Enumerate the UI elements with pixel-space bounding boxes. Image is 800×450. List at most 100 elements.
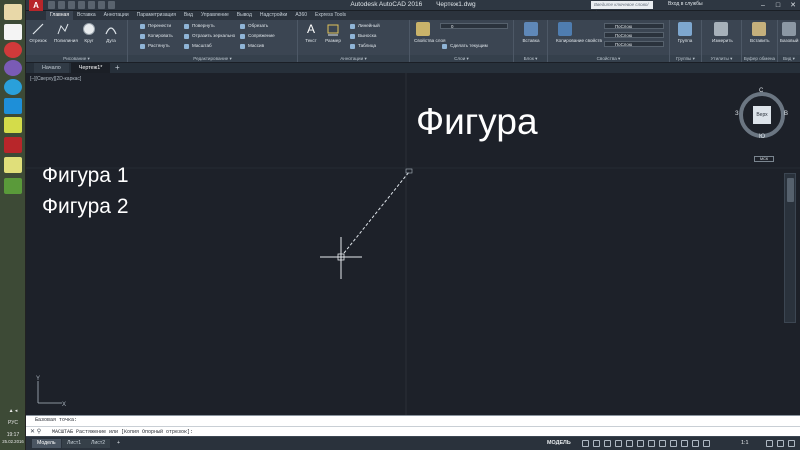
navigation-bar[interactable] (784, 173, 796, 323)
tab-addins[interactable]: Надстройки (256, 11, 291, 20)
app2-icon[interactable] (4, 178, 22, 194)
color-dropdown[interactable]: ПоСлою (604, 23, 664, 29)
isolate-objects-icon[interactable] (766, 440, 773, 447)
ortho-toggle-icon[interactable] (604, 440, 611, 447)
tab-drawing1[interactable]: Чертеж1* (70, 63, 111, 73)
tab-parametric[interactable]: Параметризация (133, 11, 180, 20)
tab-start[interactable]: Начало (34, 63, 69, 73)
tab-a360[interactable]: A360 (291, 11, 311, 20)
start-icon[interactable] (4, 4, 22, 20)
view-panel-title[interactable]: Вид ▾ (778, 55, 800, 62)
signin-button[interactable]: Вход в службы (668, 1, 703, 7)
grid-toggle-icon[interactable] (582, 440, 589, 447)
osnap-toggle-icon[interactable] (626, 440, 633, 447)
lineweight-toggle-icon[interactable] (648, 440, 655, 447)
rotate-button[interactable]: Повернуть (184, 22, 215, 30)
leader-button[interactable]: Выноска (350, 32, 376, 40)
text-button[interactable]: A Текст (302, 22, 320, 43)
layout-tab-model[interactable]: Модель (32, 439, 61, 448)
annotation-scale[interactable]: 1:1 (741, 440, 749, 446)
maximize-button[interactable]: □ (771, 0, 785, 11)
paste-button[interactable]: Вставить (750, 22, 769, 43)
paint-icon[interactable] (4, 117, 22, 133)
base-view-button[interactable]: Базовый (780, 22, 798, 43)
line-button[interactable]: Отрезок (29, 22, 47, 43)
tab-insert[interactable]: Вставка (73, 11, 100, 20)
command-line-controls[interactable]: ✕ ⚲ (30, 428, 41, 435)
mirror-button[interactable]: Отразить зеркально (184, 32, 235, 40)
viewcube-top-face[interactable]: Верх (753, 106, 771, 124)
tab-annotate[interactable]: Аннотации (100, 11, 133, 20)
arc-button[interactable]: Дуга (102, 22, 120, 43)
make-current-button[interactable]: Сделать текущим (442, 42, 488, 50)
modify-panel-title[interactable]: Редактирование ▾ (128, 55, 297, 62)
tab-view[interactable]: Вид (180, 11, 197, 20)
text-figura[interactable]: Фигура (416, 101, 538, 143)
group-button[interactable]: Группа (676, 22, 694, 43)
polar-toggle-icon[interactable] (615, 440, 622, 447)
trim-button[interactable]: Обрезать (240, 22, 268, 30)
navigation-bar-thumb[interactable] (787, 178, 794, 202)
draw-panel-title[interactable]: Рисование ▾ (26, 55, 127, 62)
block-panel-title[interactable]: Блок ▾ (514, 55, 547, 62)
scale-button[interactable]: Масштаб (184, 42, 212, 50)
notes-icon[interactable] (4, 157, 22, 173)
add-layout-button[interactable]: + (112, 439, 125, 448)
table-button[interactable]: Таблица (350, 42, 376, 50)
command-prompt[interactable]: МАСШТАБ Растяжение или [Копия Опорный от… (52, 428, 193, 436)
command-line[interactable]: ✕ ⚲ МАСШТАБ Растяжение или [Копия Опорны… (26, 426, 800, 436)
explorer-icon[interactable] (4, 24, 22, 40)
new-tab-button[interactable]: + (112, 63, 122, 73)
insert-block-button[interactable]: Вставка (522, 22, 540, 43)
viber-icon[interactable] (4, 60, 22, 76)
transparency-toggle-icon[interactable] (659, 440, 666, 447)
layer-properties-button[interactable]: Свойства слоя (414, 22, 446, 43)
snap-toggle-icon[interactable] (593, 440, 600, 447)
linetype-dropdown[interactable]: ПоСлою (604, 32, 664, 38)
drawing-area[interactable]: Y X [–][Сверху][2D-каркас] Фигура Фигура… (26, 73, 800, 415)
opera-icon[interactable] (4, 42, 22, 58)
viewport-controls[interactable]: [–][Сверху][2D-каркас] (30, 76, 81, 82)
annotation-panel-title[interactable]: Аннотации ▾ (298, 55, 409, 62)
fillet-button[interactable]: Сопряжение (240, 32, 275, 40)
close-button[interactable]: ✕ (786, 0, 800, 11)
measure-button[interactable]: Измерить (712, 22, 733, 43)
layers-panel-title[interactable]: Слои ▾ (410, 55, 513, 62)
lineweight-dropdown[interactable]: ПоСлою (604, 41, 664, 47)
workspace-icon[interactable] (703, 440, 710, 447)
autoscale-icon[interactable] (692, 440, 699, 447)
viewcube[interactable]: Верх С Ю З В (735, 88, 788, 140)
tab-manage[interactable]: Управление (197, 11, 233, 20)
copy-button[interactable]: Копировать (140, 32, 173, 40)
tab-express-tools[interactable]: Express Tools (311, 11, 350, 20)
text-figura-1[interactable]: Фигура 1 (42, 164, 129, 188)
telegram-icon[interactable] (4, 79, 22, 95)
layout-tab-sheet2[interactable]: Лист2 (86, 439, 111, 448)
search-input[interactable]: Введите ключевое слово/фразу (591, 1, 653, 15)
array-button[interactable]: Массив (240, 42, 264, 50)
match-properties-button[interactable]: Копирование свойств (556, 22, 602, 43)
utilities-panel-title[interactable]: Утилиты ▾ (702, 55, 741, 62)
clipboard-panel-title[interactable]: Буфер обмена (742, 55, 777, 62)
annotation-visibility-icon[interactable] (681, 440, 688, 447)
minimize-button[interactable]: – (756, 0, 770, 11)
groups-panel-title[interactable]: Группы ▾ (670, 55, 701, 62)
clean-screen-icon[interactable] (777, 440, 784, 447)
polyline-button[interactable]: Полилиния (54, 22, 78, 43)
tray-lang[interactable]: РУС (0, 420, 26, 426)
text-figura-2[interactable]: Фигура 2 (42, 195, 129, 219)
tab-home[interactable]: Главная (46, 11, 74, 20)
dimension-button[interactable]: Размер (324, 22, 342, 43)
otrack-toggle-icon[interactable] (637, 440, 644, 447)
compass-east[interactable]: В (784, 111, 788, 117)
ucs-menu[interactable]: МСК (754, 156, 774, 162)
customize-icon[interactable] (788, 440, 795, 447)
selection-cycling-icon[interactable] (670, 440, 677, 447)
compass-west[interactable]: З (735, 111, 739, 117)
autocad-taskbar-icon[interactable] (4, 137, 22, 153)
properties-panel-title[interactable]: Свойства ▾ (548, 55, 669, 62)
app-icon[interactable] (4, 98, 22, 114)
linear-dim-button[interactable]: Линейный (350, 22, 380, 30)
model-space-toggle[interactable]: МОДЕЛЬ (547, 440, 571, 446)
layer-dropdown[interactable]: 0 (440, 23, 508, 29)
